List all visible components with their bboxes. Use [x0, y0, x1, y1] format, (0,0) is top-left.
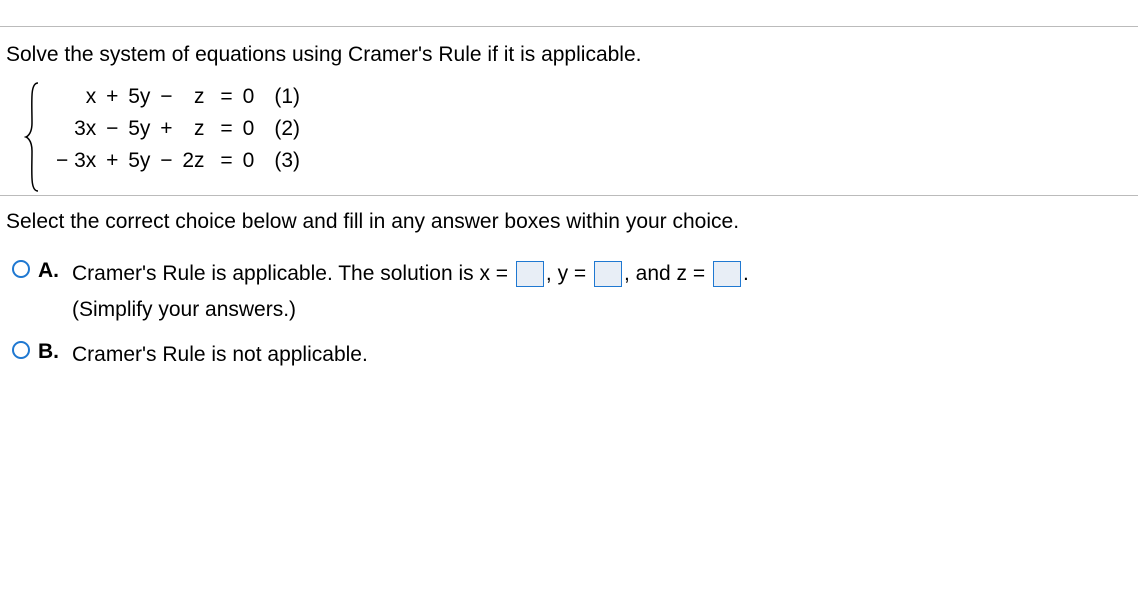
- eq-rhs: 0: [241, 113, 273, 145]
- equation-row: 3x − 5y + z = 0 (2): [54, 113, 302, 145]
- eq-op: −: [152, 145, 180, 177]
- eq-op: +: [152, 113, 180, 145]
- equation-row: x + 5y − z = 0 (1): [54, 81, 302, 113]
- z-value-input[interactable]: [713, 261, 741, 287]
- equation-system: x + 5y − z = 0 (1) 3x − 5y + z = 0 (2): [24, 81, 1132, 177]
- eq-equals: =: [207, 81, 241, 113]
- choice-b: B. Cramer's Rule is not applicable.: [12, 339, 1132, 371]
- eq-label: (1): [272, 81, 302, 113]
- eq-label: (3): [272, 145, 302, 177]
- choice-a-hint: (Simplify your answers.): [72, 294, 1132, 326]
- eq-xterm: x: [54, 81, 98, 113]
- y-value-input[interactable]: [594, 261, 622, 287]
- choice-a-body: Cramer's Rule is applicable. The solutio…: [72, 258, 1132, 325]
- left-brace-icon: [24, 81, 42, 177]
- question-section: Solve the system of equations using Cram…: [0, 27, 1138, 195]
- equation-row: − 3x + 5y − 2z = 0 (3): [54, 145, 302, 177]
- eq-op: −: [152, 81, 180, 113]
- eq-label: (2): [272, 113, 302, 145]
- choices-list: A. Cramer's Rule is applicable. The solu…: [12, 258, 1132, 371]
- eq-xterm: 3x: [54, 113, 98, 145]
- choice-letter: B.: [38, 340, 60, 364]
- choice-a-text-part1: Cramer's Rule is applicable. The solutio…: [72, 262, 514, 285]
- x-value-input[interactable]: [516, 261, 544, 287]
- choice-a-end: .: [743, 262, 749, 285]
- eq-equals: =: [207, 145, 241, 177]
- choice-a-sep2: , and z =: [624, 262, 711, 285]
- eq-equals: =: [207, 113, 241, 145]
- eq-rhs: 0: [241, 145, 273, 177]
- eq-yterm: 5y: [126, 145, 152, 177]
- answer-prompt: Select the correct choice below and fill…: [6, 210, 1132, 234]
- radio-choice-a[interactable]: [12, 260, 30, 278]
- eq-xterm: − 3x: [54, 145, 98, 177]
- eq-op: +: [98, 145, 126, 177]
- eq-zterm: z: [180, 113, 206, 145]
- eq-yterm: 5y: [126, 113, 152, 145]
- eq-op: −: [98, 113, 126, 145]
- answer-section: Select the correct choice below and fill…: [0, 196, 1138, 393]
- radio-choice-b[interactable]: [12, 341, 30, 359]
- eq-yterm: 5y: [126, 81, 152, 113]
- eq-op: +: [98, 81, 126, 113]
- choice-a: A. Cramer's Rule is applicable. The solu…: [12, 258, 1132, 325]
- eq-rhs: 0: [241, 81, 273, 113]
- eq-zterm: z: [180, 81, 206, 113]
- equation-table: x + 5y − z = 0 (1) 3x − 5y + z = 0 (2): [54, 81, 302, 177]
- choice-letter: A.: [38, 259, 60, 283]
- eq-zterm: 2z: [180, 145, 206, 177]
- question-prompt: Solve the system of equations using Cram…: [6, 43, 1132, 67]
- choice-a-sep1: , y =: [546, 262, 592, 285]
- choice-b-text: Cramer's Rule is not applicable.: [72, 339, 1132, 371]
